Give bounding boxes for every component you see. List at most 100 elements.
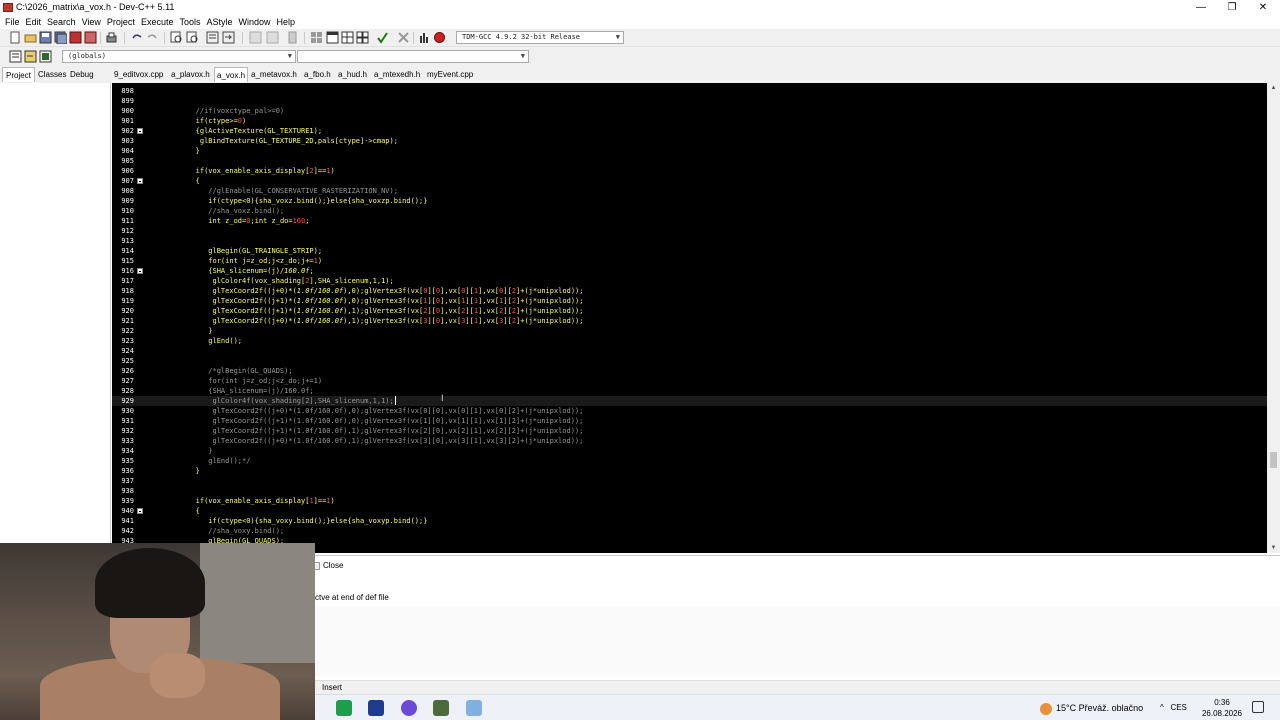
vertical-scrollbar[interactable]: ▲ ▼ [1267, 83, 1280, 553]
code-line[interactable]: 899 [112, 96, 1267, 106]
find-icon[interactable] [170, 31, 183, 44]
file-tab[interactable]: a_plavox.h [169, 67, 212, 82]
code-line[interactable]: 901 if(ctype>=0) [112, 116, 1267, 126]
code-line[interactable]: 898 [112, 86, 1267, 96]
code-line[interactable]: 931 glTexCoord2f((j+1)*(1.0f/160.0f),0);… [112, 416, 1267, 426]
code-editor[interactable]: 898 899 900 //if(voxctype_pal>=0) 901 if(ct… [112, 83, 1267, 553]
code-line[interactable]: 930 glTexCoord2f((j+0)*(1.0f/160.0f),0);… [112, 406, 1267, 416]
file-tab[interactable]: 9_editvox.cpp [112, 67, 165, 82]
code-line[interactable]: 936 } [112, 466, 1267, 476]
code-line[interactable]: 905 [112, 156, 1267, 166]
goto-icon[interactable] [24, 50, 37, 63]
debug-icon[interactable] [433, 31, 446, 44]
project-panel[interactable] [0, 83, 111, 555]
stop-execution-icon[interactable] [397, 31, 410, 44]
code-line[interactable]: 924 [112, 346, 1267, 356]
insert-icon[interactable] [9, 50, 22, 63]
code-line[interactable]: 926 /*glBegin(GL_QUADS); [112, 366, 1267, 376]
bookmark-icon[interactable] [39, 50, 52, 63]
code-line[interactable]: 917 glColor4f(vox_shading[2],SHA_slicenu… [112, 276, 1267, 286]
code-line[interactable]: 929 glColor4f(vox_shading[2],SHA_slicenu… [112, 396, 1267, 406]
close-window-button[interactable]: ✕ [1248, 0, 1278, 15]
menu-astyle[interactable]: AStyle [203, 15, 235, 29]
check-syntax-icon[interactable] [376, 31, 389, 44]
code-line[interactable]: 925 [112, 356, 1267, 366]
window-icon[interactable] [326, 31, 339, 44]
find-next-icon[interactable] [206, 31, 219, 44]
undo-icon[interactable] [130, 31, 143, 44]
code-line[interactable]: 907 { [112, 176, 1267, 186]
function-select[interactable]: ▼ [297, 50, 529, 63]
code-line[interactable]: 918 glTexCoord2f((j+0)*(1.0f/160.0f),0);… [112, 286, 1267, 296]
menu-tools[interactable]: Tools [176, 15, 203, 29]
code-line[interactable]: 934 } [112, 446, 1267, 456]
file-tab[interactable]: a_hud.h [336, 67, 369, 82]
code-line[interactable]: 942 //sha_voxy.bind(); [112, 526, 1267, 536]
save-icon[interactable] [39, 31, 52, 44]
maximize-button[interactable]: ❐ [1217, 0, 1247, 15]
code-line[interactable]: 927 for(int j=z_od;j<z_do;j+=1) [112, 376, 1267, 386]
code-line[interactable]: 912 [112, 226, 1267, 236]
scope-select[interactable]: (globals) ▼ [62, 50, 296, 63]
app-icon[interactable] [401, 700, 417, 716]
tab-debug[interactable]: Debug [67, 67, 97, 82]
compiler-message-list[interactable] [314, 606, 1280, 676]
code-line[interactable]: 904 } [112, 146, 1267, 156]
new-project-icon[interactable] [310, 31, 323, 44]
app-icon[interactable] [433, 700, 449, 716]
menu-help[interactable]: Help [274, 15, 299, 29]
notification-icon[interactable] [1252, 701, 1264, 713]
print-icon[interactable] [105, 31, 118, 44]
unindent-icon[interactable] [249, 31, 262, 44]
minimize-button[interactable]: — [1186, 0, 1216, 15]
code-line[interactable]: 939 if(vox_enable_axis_display[1]==1) [112, 496, 1267, 506]
indent-icon[interactable] [266, 31, 279, 44]
code-line[interactable]: 902 {glActiveTexture(GL_TEXTURE1); [112, 126, 1267, 136]
app-icon[interactable] [466, 700, 482, 716]
tile-icon[interactable] [356, 31, 369, 44]
layout-icon[interactable] [341, 31, 354, 44]
app-icon[interactable] [368, 700, 384, 716]
close-panel-button[interactable]: Close [312, 560, 343, 572]
file-tab[interactable]: a_fbo.h [302, 67, 333, 82]
fold-toggle-icon[interactable] [137, 508, 143, 514]
code-line[interactable]: 920 glTexCoord2f((j+1)*(1.0f/160.0f),1);… [112, 306, 1267, 316]
code-line[interactable]: 933 glTexCoord2f((j+0)*(1.0f/160.0f),1);… [112, 436, 1267, 446]
code-line[interactable]: 937 [112, 476, 1267, 486]
code-line[interactable]: 935 glEnd();*/ [112, 456, 1267, 466]
code-line[interactable]: 903 glBindTexture(GL_TEXTURE_2D,pals[cty… [112, 136, 1267, 146]
code-line[interactable]: 910 //sha_voxz.bind(); [112, 206, 1267, 216]
clock[interactable]: 0:36 26.08.2026 [1200, 697, 1244, 719]
tab-project[interactable]: Project [2, 67, 35, 82]
scroll-down-icon[interactable]: ▼ [1267, 543, 1280, 553]
code-line[interactable]: 919 glTexCoord2f((j+1)*(1.0f/160.0f),0);… [112, 296, 1267, 306]
compiler-select[interactable]: TDM-GCC 4.9.2 32-bit Release ▼ [456, 31, 624, 44]
menu-file[interactable]: File [0, 15, 23, 29]
weather-widget[interactable]: 15°C Převáž. oblačno [1040, 701, 1143, 715]
code-line[interactable]: 916 {SHA_slicenum=(j)/160.0f; [112, 266, 1267, 276]
code-line[interactable]: 908 //glEnable(GL_CONSERVATIVE_RASTERIZA… [112, 186, 1267, 196]
file-tab[interactable]: a_mtexedh.h [372, 67, 422, 82]
menu-project[interactable]: Project [104, 15, 138, 29]
code-line[interactable]: 915 for(int j=z_od;j<z_do;j+=1) [112, 256, 1267, 266]
language-indicator[interactable]: CES [1170, 703, 1186, 712]
code-line[interactable]: 940 { [112, 506, 1267, 516]
menu-window[interactable]: Window [236, 15, 274, 29]
replace-icon[interactable] [186, 31, 199, 44]
code-line[interactable]: 913 [112, 236, 1267, 246]
redo-icon[interactable] [146, 31, 159, 44]
code-line[interactable]: 928 {SHA_slicenum=(j)/160.0f; [112, 386, 1267, 396]
fold-toggle-icon[interactable] [137, 128, 143, 134]
close-file-icon[interactable] [69, 31, 82, 44]
code-line[interactable]: 906 if(vox_enable_axis_display[2]==1) [112, 166, 1267, 176]
fold-toggle-icon[interactable] [137, 178, 143, 184]
scroll-up-icon[interactable]: ▲ [1267, 83, 1280, 93]
fold-toggle-icon[interactable] [137, 268, 143, 274]
file-tab-active[interactable]: a_vox.h [214, 67, 249, 82]
code-line[interactable]: 921 glTexCoord2f((j+0)*(1.0f/160.0f),1);… [112, 316, 1267, 326]
menu-execute[interactable]: Execute [138, 15, 177, 29]
code-line[interactable]: 900 //if(voxctype_pal>=0) [112, 106, 1267, 116]
menu-search[interactable]: Search [44, 15, 79, 29]
code-line[interactable]: 932 glTexCoord2f((j+1)*(1.0f/160.0f),1);… [112, 426, 1267, 436]
code-line[interactable]: 909 if(ctype<0){sha_voxz.bind();}else{sh… [112, 196, 1267, 206]
